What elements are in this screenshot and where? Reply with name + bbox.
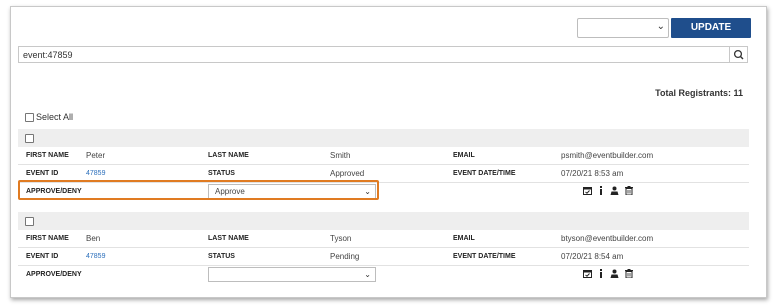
name-row: FIRST NAME Ben LAST NAME Tyson EMAIL bty… <box>18 230 749 248</box>
status-label: STATUS <box>208 253 235 260</box>
search-button[interactable] <box>729 46 748 63</box>
email-value: psmith@eventbuilder.com <box>561 151 654 160</box>
chevron-down-icon: ⌄ <box>364 270 371 279</box>
select-all-label: Select All <box>36 112 74 122</box>
user-icon[interactable] <box>610 186 619 195</box>
info-icon[interactable] <box>598 186 604 195</box>
status-value: Approved <box>330 169 365 178</box>
approve-deny-select[interactable]: ⌄ <box>208 267 376 282</box>
first-name-value: Ben <box>86 234 101 243</box>
total-registrants: Total Registrants: 11 <box>655 88 743 98</box>
name-row: FIRST NAME Peter LAST NAME Smith EMAIL p… <box>18 147 749 165</box>
event-row: EVENT ID 47859 STATUS Approved EVENT DAT… <box>18 165 749 183</box>
bulk-action-value <box>578 26 584 32</box>
registrant-card: FIRST NAME Ben LAST NAME Tyson EMAIL bty… <box>18 212 749 283</box>
last-name-value: Smith <box>330 151 351 160</box>
first-name-label: FIRST NAME <box>26 152 69 159</box>
calendar-check-icon[interactable] <box>583 186 592 195</box>
approve-deny-value: Approve <box>215 187 245 196</box>
event-datetime-label: EVENT DATE/TIME <box>453 170 516 177</box>
card-header <box>18 212 749 230</box>
select-all-checkbox[interactable] <box>25 112 34 122</box>
registrant-checkbox[interactable] <box>25 134 34 143</box>
chevron-down-icon: ⌄ <box>656 21 665 32</box>
update-selected-button[interactable]: UPDATE SELECTED <box>671 18 751 53</box>
row-actions <box>583 186 633 195</box>
email-value: btyson@eventbuilder.com <box>561 234 654 243</box>
event-id-link[interactable]: 47859 <box>86 170 105 177</box>
event-datetime-value: 07/20/21 8:53 am <box>561 169 624 178</box>
chevron-down-icon: ⌄ <box>364 187 371 196</box>
first-name-value: Peter <box>86 151 106 160</box>
event-id-link[interactable]: 47859 <box>86 253 105 260</box>
last-name-value: Tyson <box>330 234 352 243</box>
search-icon <box>733 49 744 60</box>
last-name-label: LAST NAME <box>208 235 249 242</box>
approve-deny-label: APPROVE/DENY <box>26 271 82 278</box>
bulk-action-select[interactable]: ⌄ <box>577 18 669 38</box>
calendar-check-icon[interactable] <box>583 269 592 278</box>
registrant-panel: ⌄ UPDATE SELECTED event:47859 Total Regi… <box>10 6 767 298</box>
event-datetime-value: 07/20/21 8:54 am <box>561 252 624 261</box>
event-datetime-label: EVENT DATE/TIME <box>453 253 516 260</box>
last-name-label: LAST NAME <box>208 152 249 159</box>
select-all[interactable]: Select All <box>25 112 73 122</box>
search-input[interactable]: event:47859 <box>18 46 734 63</box>
event-id-label: EVENT ID <box>26 170 59 177</box>
row-actions <box>583 269 633 278</box>
email-label: EMAIL <box>453 235 475 242</box>
approve-deny-label: APPROVE/DENY <box>26 188 82 195</box>
email-label: EMAIL <box>453 152 475 159</box>
first-name-label: FIRST NAME <box>26 235 69 242</box>
card-header <box>18 129 749 147</box>
event-row: EVENT ID 47859 STATUS Pending EVENT DATE… <box>18 248 749 266</box>
approve-row: APPROVE/DENY Approve ⌄ <box>18 183 749 200</box>
user-icon[interactable] <box>610 269 619 278</box>
registrant-card: FIRST NAME Peter LAST NAME Smith EMAIL p… <box>18 129 749 200</box>
trash-icon[interactable] <box>625 186 633 195</box>
approve-deny-select[interactable]: Approve ⌄ <box>208 184 376 199</box>
status-value: Pending <box>330 252 360 261</box>
info-icon[interactable] <box>598 269 604 278</box>
registrant-checkbox[interactable] <box>25 217 34 226</box>
approve-row: APPROVE/DENY ⌄ <box>18 266 749 283</box>
status-label: STATUS <box>208 170 235 177</box>
event-id-label: EVENT ID <box>26 253 59 260</box>
trash-icon[interactable] <box>625 269 633 278</box>
